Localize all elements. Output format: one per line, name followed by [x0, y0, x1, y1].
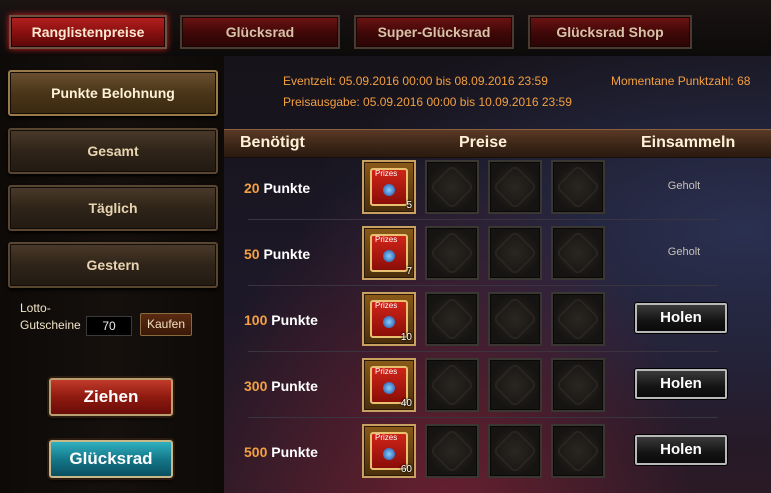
needed-points: 100 Punkte — [244, 312, 318, 328]
holen-button[interactable]: Holen — [635, 369, 727, 399]
empty-slot — [488, 226, 542, 280]
header-benoetigt: Benötigt — [240, 134, 305, 151]
prize-label: Prizes — [375, 235, 398, 244]
knot-icon — [429, 362, 475, 408]
lotto-gutscheine-count: 70 — [86, 316, 132, 336]
sidebar-item-punkte-belohnung[interactable]: Punkte Belohnung — [8, 70, 218, 116]
table-row: 20 Punkte Prizes 5 Geholt — [224, 158, 771, 224]
prize-chest[interactable]: Prizes 40 — [362, 358, 416, 412]
row-divider — [248, 351, 718, 352]
kaufen-button[interactable]: Kaufen — [140, 313, 192, 336]
prize-quantity: 60 — [400, 464, 412, 475]
prize-quantity: 5 — [406, 200, 412, 211]
prize-chest[interactable]: Prizes 60 — [362, 424, 416, 478]
table-row: 50 Punkte Prizes 7 Geholt — [224, 224, 771, 290]
prize-label: Prizes — [375, 367, 398, 376]
header-preise: Preise — [459, 134, 508, 151]
empty-slot — [551, 226, 605, 280]
empty-slot — [488, 424, 542, 478]
holen-button[interactable]: Holen — [635, 435, 727, 465]
prize-quantity: 40 — [400, 398, 412, 409]
gluecksrad-button[interactable]: Glücksrad — [49, 440, 173, 478]
knot-icon — [429, 230, 475, 276]
holen-button[interactable]: Holen — [635, 303, 727, 333]
tab-gluecksrad-shop[interactable]: Glücksrad Shop — [528, 15, 692, 49]
knot-icon — [492, 428, 538, 474]
status-geholt: Geholt — [667, 246, 701, 258]
row-divider — [248, 285, 718, 286]
empty-slot — [488, 160, 542, 214]
prize-chest[interactable]: Prizes 7 — [362, 226, 416, 280]
sidebar-item-gestern[interactable]: Gestern — [8, 242, 218, 288]
eventzeit-text: Eventzeit: 05.09.2016 00:00 bis 08.09.20… — [283, 74, 548, 88]
empty-slot — [551, 424, 605, 478]
table-header: Benötigt Preise Einsammeln — [224, 129, 771, 158]
empty-slot — [425, 292, 479, 346]
preisausgabe-text: Preisausgabe: 05.09.2016 00:00 bis 10.09… — [283, 95, 572, 109]
knot-icon — [555, 230, 601, 276]
row-divider — [248, 417, 718, 418]
gem-icon — [383, 448, 395, 460]
gem-icon — [383, 382, 395, 394]
empty-slot — [425, 424, 479, 478]
empty-slot — [551, 358, 605, 412]
status-geholt: Geholt — [667, 180, 701, 192]
knot-icon — [555, 428, 601, 474]
empty-slot — [425, 358, 479, 412]
table-row: 300 Punkte Prizes 40 Holen — [224, 356, 771, 422]
knot-icon — [555, 296, 601, 342]
knot-icon — [555, 362, 601, 408]
empty-slot — [425, 160, 479, 214]
empty-slot — [488, 358, 542, 412]
tab-super-gluecksrad[interactable]: Super-Glücksrad — [354, 15, 514, 49]
header-einsammeln: Einsammeln — [641, 134, 736, 151]
prize-quantity: 10 — [400, 332, 412, 343]
needed-points: 300 Punkte — [244, 378, 318, 394]
prize-label: Prizes — [375, 301, 398, 310]
tab-ranglistenpreise[interactable]: Ranglistenpreise — [9, 15, 167, 49]
tab-bar: Ranglistenpreise Glücksrad Super-Glücksr… — [0, 0, 771, 56]
gem-icon — [383, 250, 395, 262]
needed-points: 500 Punkte — [244, 444, 318, 460]
knot-icon — [492, 164, 538, 210]
prize-label: Prizes — [375, 433, 398, 442]
prize-quantity: 7 — [406, 266, 412, 277]
knot-icon — [429, 164, 475, 210]
knot-icon — [555, 164, 601, 210]
knot-icon — [492, 230, 538, 276]
prize-chest[interactable]: Prizes 5 — [362, 160, 416, 214]
knot-icon — [492, 296, 538, 342]
empty-slot — [551, 292, 605, 346]
table-row: 500 Punkte Prizes 60 Holen — [224, 422, 771, 488]
prize-label: Prizes — [375, 169, 398, 178]
sidebar-item-taeglich[interactable]: Täglich — [8, 185, 218, 231]
tab-gluecksrad[interactable]: Glücksrad — [180, 15, 340, 49]
gem-icon — [383, 316, 395, 328]
knot-icon — [429, 296, 475, 342]
table-row: 100 Punkte Prizes 10 Holen — [224, 290, 771, 356]
needed-points: 20 Punkte — [244, 180, 311, 196]
knot-icon — [429, 428, 475, 474]
prize-chest[interactable]: Prizes 10 — [362, 292, 416, 346]
knot-icon — [492, 362, 538, 408]
empty-slot — [425, 226, 479, 280]
sidebar-item-gesamt[interactable]: Gesamt — [8, 128, 218, 174]
empty-slot — [551, 160, 605, 214]
empty-slot — [488, 292, 542, 346]
row-divider — [248, 219, 718, 220]
lotto-gutscheine-label: Lotto-Gutscheine — [20, 301, 81, 332]
ziehen-button[interactable]: Ziehen — [49, 378, 173, 416]
punktzahl-text: Momentane Punktzahl: 68 — [611, 74, 751, 88]
needed-points: 50 Punkte — [244, 246, 311, 262]
gem-icon — [383, 184, 395, 196]
